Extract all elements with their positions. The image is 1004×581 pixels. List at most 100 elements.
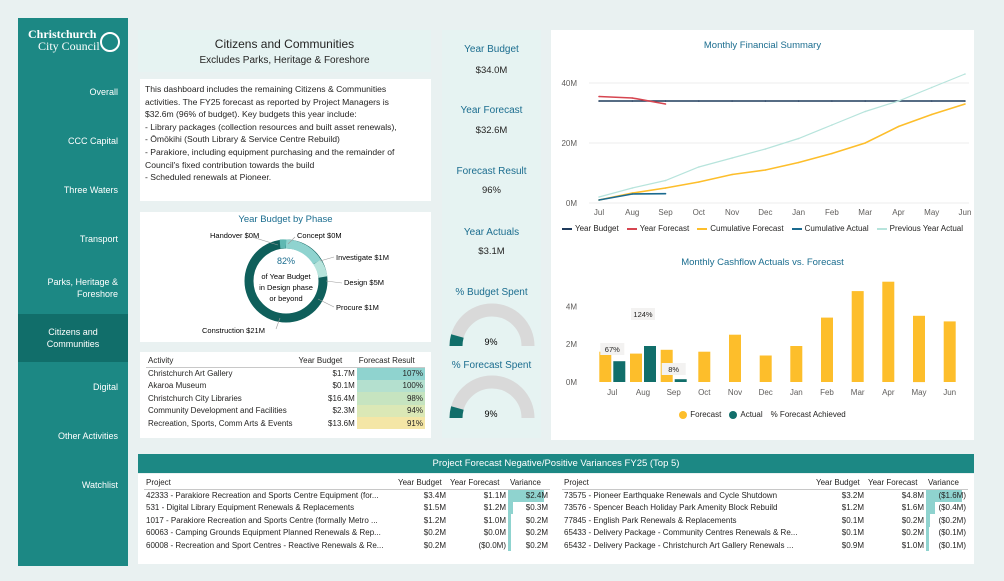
x-tick-label: Mar (851, 388, 865, 397)
table-row[interactable]: 1017 - Parakiore Recreation and Sports C… (144, 514, 550, 527)
legend-previous-year-actual[interactable]: Previous Year Actual (876, 224, 963, 233)
col-year-budget[interactable]: Year Budget (396, 477, 448, 490)
data-point (797, 100, 800, 102)
table-row[interactable]: 60008 - Recreation and Sport Centres - R… (144, 538, 550, 552)
project-forecast: $0.2M (901, 528, 924, 538)
project-variance: $0.2M (508, 526, 550, 539)
page-title: Citizens and Communities (214, 37, 355, 51)
data-point (631, 100, 634, 102)
series-line-cumulative-forecast[interactable] (598, 103, 966, 201)
project-budget: $0.1M (841, 515, 864, 525)
council-crest-icon (100, 32, 120, 52)
x-tick-label: Oct (698, 388, 711, 397)
col-year-budget[interactable]: Year Budget (814, 477, 866, 490)
forecast-bar[interactable] (790, 346, 803, 382)
negative-variance-table-wrap: Project Year Budget Year Forecast Varian… (144, 477, 550, 552)
table-row[interactable]: 73576 - Spencer Beach Holiday Park Ameni… (562, 501, 968, 515)
actual-bar[interactable] (674, 379, 687, 382)
activity-forecast-result: 100% (356, 379, 425, 393)
table-row[interactable]: 42333 - Parakiore Recreation and Sports … (144, 489, 550, 502)
project-forecast: $1.0M (483, 515, 506, 525)
legend-year-budget[interactable]: Year Budget (561, 224, 619, 233)
data-point (631, 187, 634, 189)
page-subtitle: Excludes Parks, Heritage & Foreshore (199, 55, 370, 66)
series-line-previous-year-actual[interactable] (598, 73, 966, 198)
nav-item[interactable]: Other Activities (18, 412, 128, 460)
gauge-fill (449, 406, 464, 419)
forecast-bar[interactable] (759, 355, 772, 383)
project-budget: $3.4M (423, 491, 446, 501)
col-year-forecast[interactable]: Year Forecast (448, 477, 508, 490)
phase-donut-chart: 82% of Year Budget in Design phase or be… (202, 231, 389, 335)
y-tick-label: 40M (561, 79, 577, 88)
table-row[interactable]: 531 - Digital Library Equipment Renewals… (144, 501, 550, 515)
nav-item[interactable]: Citizens and Communities (18, 314, 128, 362)
table-row[interactable]: 65432 - Delivery Package - Christchurch … (562, 538, 968, 552)
col-year-budget[interactable]: Year Budget (296, 355, 357, 368)
forecast-bar[interactable] (851, 291, 864, 382)
activity-name: Akaroa Museum (148, 381, 207, 391)
forecast-bar[interactable] (630, 353, 642, 382)
col-forecast-result[interactable]: Forecast Result (356, 355, 425, 368)
col-variance[interactable]: Variance (508, 477, 550, 490)
project-forecast: $1.0M (901, 540, 924, 550)
col-activity[interactable]: Activity (146, 355, 297, 368)
legend-cumulative-actual[interactable]: Cumulative Actual (791, 224, 869, 233)
legend-forecast[interactable]: Forecast (679, 410, 721, 419)
nav-item[interactable]: Watchlist (18, 461, 128, 509)
nav-item[interactable]: CCC Capital (18, 117, 128, 165)
table-row[interactable]: 65433 - Delivery Package - Community Cen… (562, 526, 968, 539)
nav-item[interactable]: Parks, Heritage & Foreshore (18, 264, 128, 312)
table-row[interactable]: 73575 - Pioneer Earthquake Renewals and … (562, 489, 968, 502)
project-forecast: $1.1M (483, 491, 506, 501)
nav-item[interactable]: Digital (18, 363, 128, 411)
table-row[interactable]: 60063 - Camping Grounds Equipment Planne… (144, 526, 550, 539)
forecast-bar[interactable] (698, 351, 711, 382)
project-variance: ($0.1M) (926, 526, 968, 539)
data-point (598, 100, 600, 102)
legend-year-forecast[interactable]: Year Forecast (626, 224, 689, 233)
col-project[interactable]: Project (144, 477, 396, 490)
forecast-bar[interactable] (821, 317, 833, 382)
data-point (797, 137, 800, 140)
activity-budget: $1.7M (332, 369, 355, 379)
data-point (598, 199, 600, 201)
legend-forecast-achieved[interactable]: % Forecast Achieved (771, 410, 846, 419)
table-row[interactable]: Recreation, Sports, Comm Arts & Events $1… (146, 416, 425, 430)
activity-forecast-result: 94% (356, 404, 425, 417)
forecast-achieved-label: 67% (605, 345, 620, 354)
x-tick-label: Aug (625, 208, 639, 217)
table-row[interactable]: Christchurch City Libraries $16.4M 98% (146, 392, 425, 405)
forecast-bar[interactable] (599, 351, 612, 382)
variance-card: Project Year Budget Year Forecast Varian… (138, 474, 974, 564)
table-row[interactable]: Akaroa Museum $0.1M 100% (146, 379, 425, 393)
forecast-bar[interactable] (943, 321, 956, 382)
project-variance: $0.2M (508, 514, 550, 527)
x-tick-label: Aug (636, 388, 650, 397)
table-row[interactable]: Christchurch Art Gallery $1.7M 107% (146, 367, 425, 380)
phase-label-concept: Concept $0M (297, 231, 342, 240)
intro-line: This dashboard includes the remaining Ci… (145, 84, 387, 94)
forecast-bar[interactable] (729, 334, 741, 382)
nav-item[interactable]: Transport (18, 215, 128, 263)
project-budget: $0.1M (841, 528, 864, 538)
actual-bar[interactable] (644, 346, 656, 382)
nav-item[interactable]: Overall (18, 68, 128, 116)
data-point (864, 100, 866, 102)
forecast-bar[interactable] (882, 281, 895, 382)
forecast-bar[interactable] (913, 315, 925, 383)
x-tick-label: Mar (858, 208, 872, 217)
col-year-forecast[interactable]: Year Forecast (866, 477, 926, 490)
actual-bar[interactable] (613, 361, 626, 382)
legend-cumulative-forecast[interactable]: Cumulative Forecast (697, 224, 784, 233)
data-point (698, 100, 700, 102)
data-point (598, 196, 600, 198)
table-row[interactable]: Community Development and Facilities $2.3… (146, 404, 425, 417)
col-project[interactable]: Project (562, 477, 814, 490)
project-name: 73575 - Pioneer Earthquake Renewals and … (564, 491, 778, 501)
table-row[interactable]: 77845 - English Park Renewals & Replacem… (562, 514, 968, 527)
legend-actual[interactable]: Actual (729, 410, 763, 419)
leader-line (251, 236, 279, 246)
nav-item[interactable]: Three Waters (18, 166, 128, 214)
col-variance[interactable]: Variance (926, 477, 968, 490)
